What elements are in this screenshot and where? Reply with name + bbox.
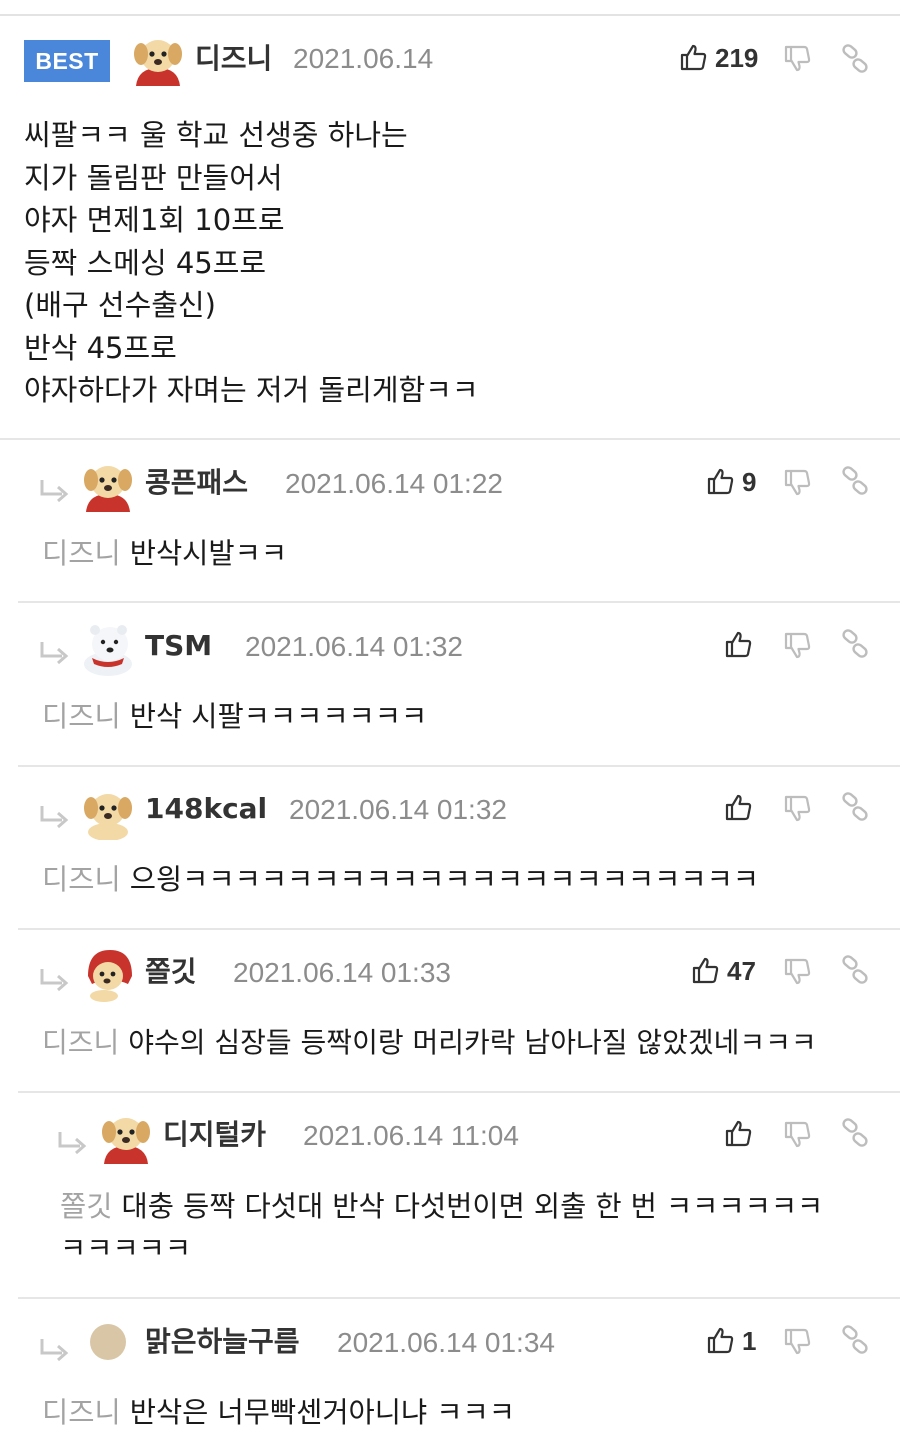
thumbs-down-icon[interactable] <box>782 794 812 824</box>
divider <box>0 438 900 440</box>
reply-like-count: 1 <box>742 1326 757 1356</box>
top-divider <box>0 14 900 16</box>
thumbs-up-icon[interactable] <box>690 955 720 985</box>
link-icon[interactable] <box>840 792 870 822</box>
best-line: (배구 선수출신) <box>24 288 216 322</box>
puppy-hood-avatar-icon <box>88 950 132 1002</box>
thumbs-down-icon[interactable] <box>782 631 812 661</box>
reply-author[interactable]: 쫄깃 <box>145 954 197 990</box>
reply-author[interactable]: TSM <box>145 628 212 664</box>
divider <box>18 1091 900 1093</box>
thumbs-down-icon[interactable] <box>782 957 812 987</box>
thumbs-up-icon[interactable] <box>705 466 735 496</box>
best-line: 야자하다가 자며는 저거 돌리게함ㅋㅋ <box>24 373 479 407</box>
divider <box>18 765 900 767</box>
best-line: 등짝 스메싱 45프로 <box>24 245 267 280</box>
default-avatar-icon <box>90 1324 126 1360</box>
best-line: 지가 돌림판 만들어서 <box>24 160 283 195</box>
reply-text: 대충 등짝 다섯대 반삭 다섯번이면 외출 한 번 ㅋㅋㅋㅋㅋㅋ <box>121 1190 824 1223</box>
link-icon[interactable] <box>840 1325 870 1355</box>
thumbs-down-icon[interactable] <box>782 468 812 498</box>
reply-date: 2021.06.14 01:32 <box>289 794 507 825</box>
reply-date: 2021.06.14 01:34 <box>337 1327 555 1358</box>
thumbs-up-icon[interactable] <box>678 42 708 72</box>
link-icon[interactable] <box>840 44 870 74</box>
puppy-avatar-icon <box>84 466 132 512</box>
link-icon[interactable] <box>840 1118 870 1148</box>
thumbs-down-icon[interactable] <box>782 1120 812 1150</box>
reply-date: 2021.06.14 01:22 <box>285 468 503 499</box>
link-icon[interactable] <box>840 629 870 659</box>
best-badge: BEST <box>24 40 110 82</box>
puppy-avatar-icon <box>102 1118 150 1164</box>
best-like-count: 219 <box>715 43 759 73</box>
link-icon[interactable] <box>840 466 870 496</box>
mention-tag[interactable]: 쫄깃 <box>60 1190 112 1223</box>
mention-tag[interactable]: 디즈니 <box>42 537 121 570</box>
divider <box>18 601 900 603</box>
reply-date: 2021.06.14 11:04 <box>303 1120 519 1151</box>
reply-text-continued: ㅋㅋㅋㅋㅋ <box>60 1232 192 1265</box>
reply-arrow-icon <box>40 969 69 992</box>
link-icon[interactable] <box>840 955 870 985</box>
thumbs-up-icon[interactable] <box>723 792 753 822</box>
reply-arrow-icon <box>40 1339 69 1362</box>
mention-tag[interactable]: 디즈니 <box>42 700 121 733</box>
reply-date: 2021.06.14 01:33 <box>233 957 451 988</box>
polar-bear-avatar-icon <box>84 625 132 676</box>
reply-body: 디즈니 반삭은 너무빡센거아니냐 ㅋㅋㅋ <box>42 1392 515 1434</box>
reply-author[interactable]: 148kcal <box>145 791 267 827</box>
best-line: 반삭 45프로 <box>24 330 177 365</box>
reply-text: 반삭 시팔ㅋㅋㅋㅋㅋㅋㅋ <box>129 700 428 733</box>
best-body: 씨팔ㅋㅋ 울 학교 선생중 하나는 지가 돌림판 만들어서 야자 면제1회 10… <box>24 114 479 412</box>
mention-tag[interactable]: 디즈니 <box>42 1026 119 1059</box>
reply-text: 반삭은 너무빡센거아니냐 ㅋㅋㅋ <box>129 1396 515 1429</box>
reply-arrow-icon <box>40 480 69 503</box>
reply-text: 으읭ㅋㅋㅋㅋㅋㅋㅋㅋㅋㅋㅋㅋㅋㅋㅋㅋㅋㅋㅋㅋㅋㅋ <box>129 863 760 896</box>
reply-like-count: 47 <box>727 956 756 986</box>
best-author[interactable]: 디즈니 <box>195 41 272 77</box>
mention-tag[interactable]: 디즈니 <box>42 1396 121 1429</box>
thumbs-up-icon[interactable] <box>705 1325 735 1355</box>
puppy-avatar-icon <box>84 794 132 840</box>
reply-author[interactable]: 콩픈패스 <box>145 465 248 501</box>
thumbs-down-icon[interactable] <box>782 44 812 74</box>
reply-text: 반삭시발ㅋㅋ <box>129 537 288 570</box>
reply-body: 쫄깃 대충 등짝 다섯대 반삭 다섯번이면 외출 한 번 ㅋㅋㅋㅋㅋㅋ ㅋㅋㅋㅋ… <box>60 1186 880 1270</box>
reply-body: 디즈니 반삭 시팔ㅋㅋㅋㅋㅋㅋㅋ <box>42 696 427 738</box>
reply-arrow-icon <box>58 1132 87 1155</box>
best-date: 2021.06.14 <box>293 43 434 74</box>
mention-tag[interactable]: 디즈니 <box>42 863 121 896</box>
thumbs-up-icon[interactable] <box>723 1118 753 1148</box>
thumbs-up-icon[interactable] <box>723 629 753 659</box>
reply-body: 디즈니 반삭시발ㅋㅋ <box>42 533 287 575</box>
reply-body: 디즈니 야수의 심장들 등짝이랑 머리카락 남아나질 않았겠네ㅋㅋㅋ <box>42 1022 817 1064</box>
reply-body: 디즈니 으읭ㅋㅋㅋㅋㅋㅋㅋㅋㅋㅋㅋㅋㅋㅋㅋㅋㅋㅋㅋㅋㅋㅋ <box>42 859 759 901</box>
reply-arrow-icon <box>40 642 69 665</box>
reply-date: 2021.06.14 01:32 <box>245 631 463 662</box>
thumbs-down-icon[interactable] <box>782 1327 812 1357</box>
divider <box>18 928 900 930</box>
reply-author[interactable]: 디지털카 <box>163 1117 266 1153</box>
best-line: 야자 면제1회 10프로 <box>24 203 285 237</box>
reply-like-count: 9 <box>742 467 757 497</box>
divider <box>18 1297 900 1299</box>
reply-text: 야수의 심장들 등짝이랑 머리카락 남아나질 않았겠네ㅋㅋㅋ <box>128 1026 817 1059</box>
reply-arrow-icon <box>40 806 69 829</box>
puppy-avatar-icon <box>134 40 182 86</box>
reply-author[interactable]: 맑은하늘구름 <box>145 1324 300 1360</box>
best-line: 씨팔ㅋㅋ 울 학교 선생중 하나는 <box>24 118 408 152</box>
